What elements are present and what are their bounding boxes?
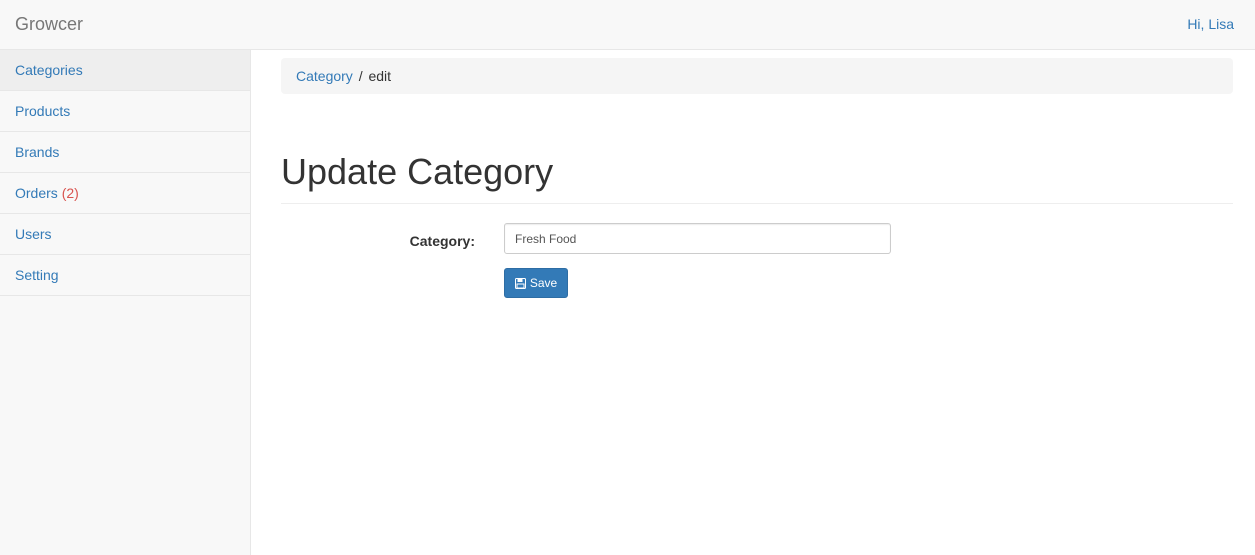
category-input[interactable] <box>504 223 891 254</box>
brand-logo[interactable]: Growcer <box>15 13 83 35</box>
breadcrumb-current: edit <box>368 68 392 84</box>
sidebar-item-label: Brands <box>15 144 60 160</box>
breadcrumb-category-link[interactable]: Category <box>296 68 353 84</box>
sidebar-item-categories[interactable]: Categories <box>0 50 250 91</box>
sidebar: Categories Products Brands Orders (2) Us… <box>0 50 251 555</box>
sidebar-item-label: Setting <box>15 267 59 283</box>
breadcrumb-separator: / <box>358 68 363 84</box>
orders-count-badge: (2) <box>61 185 79 201</box>
breadcrumb: Category / edit <box>281 58 1233 94</box>
sidebar-item-brands[interactable]: Brands <box>0 132 250 173</box>
user-menu-link[interactable]: Hi, Lisa <box>1187 15 1234 33</box>
sidebar-item-setting[interactable]: Setting <box>0 255 250 296</box>
floppy-disk-icon <box>514 277 526 289</box>
sidebar-item-label: Orders <box>15 185 58 201</box>
save-button[interactable]: Save <box>504 268 568 298</box>
main-content: Category / edit Update Category Category… <box>251 50 1255 555</box>
sidebar-item-label: Categories <box>15 62 83 78</box>
page-header: Update Category <box>281 150 1233 204</box>
top-navbar: Growcer Hi, Lisa <box>0 0 1255 50</box>
sidebar-item-users[interactable]: Users <box>0 214 250 255</box>
category-label: Category: <box>409 233 475 249</box>
page-title: Update Category <box>281 151 554 192</box>
save-button-label: Save <box>529 276 558 290</box>
sidebar-item-label: Products <box>15 103 71 119</box>
sidebar-item-label: Users <box>15 226 52 242</box>
sidebar-item-products[interactable]: Products <box>0 91 250 132</box>
sidebar-item-orders[interactable]: Orders (2) <box>0 173 250 214</box>
